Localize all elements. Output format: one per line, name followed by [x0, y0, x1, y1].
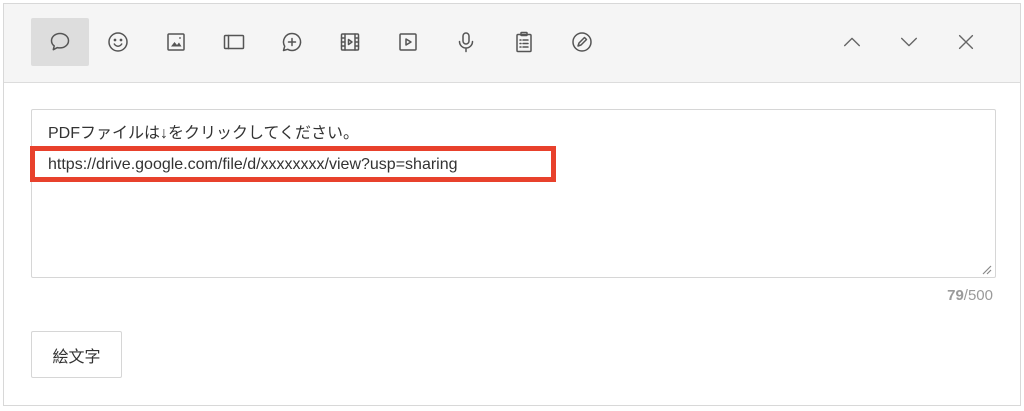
emoji-icon-button[interactable]	[89, 18, 147, 66]
smiley-icon	[108, 32, 128, 52]
chevron-down-button[interactable]	[880, 18, 938, 66]
video-play-icon-button[interactable]	[379, 18, 437, 66]
frame-icon-button[interactable]	[205, 18, 263, 66]
character-max: /500	[963, 287, 993, 304]
message-composer: PDFファイルは↓をクリックしてください。 https://drive.goog…	[3, 3, 1021, 406]
chevron-up-icon	[843, 37, 861, 47]
toolbar	[4, 4, 1020, 83]
resize-handle-icon[interactable]	[980, 262, 992, 275]
video-file-icon-button[interactable]	[321, 18, 379, 66]
play-icon	[399, 33, 417, 51]
frame-icon	[223, 34, 245, 50]
clipboard-icon-button[interactable]	[495, 18, 553, 66]
message-line-1: PDFファイルは↓をクリックしてください。	[48, 125, 360, 142]
character-counter: 79/500	[947, 287, 993, 304]
character-count: 79	[947, 287, 964, 304]
speech-bubble-icon	[50, 32, 70, 51]
chat-plus-icon	[282, 32, 302, 52]
message-textarea[interactable]: PDFファイルは↓をクリックしてください。 https://drive.goog…	[30, 109, 996, 278]
microphone-icon	[458, 32, 474, 53]
url-highlight-box	[30, 146, 556, 182]
microphone-icon-button[interactable]	[437, 18, 495, 66]
close-button[interactable]	[937, 18, 995, 66]
chevron-down-icon	[900, 37, 918, 47]
image-icon	[167, 33, 185, 51]
clipboard-list-icon	[516, 31, 532, 53]
edit-icon-button[interactable]	[553, 18, 611, 66]
image-icon-button[interactable]	[147, 18, 205, 66]
chevron-up-button[interactable]	[823, 18, 881, 66]
chat-add-icon-button[interactable]	[263, 18, 321, 66]
pencil-circle-icon	[572, 32, 592, 52]
film-icon	[340, 33, 360, 51]
close-icon	[958, 34, 974, 50]
comment-icon-button[interactable]	[31, 18, 89, 66]
emoji-button[interactable]: 絵文字	[31, 331, 122, 378]
